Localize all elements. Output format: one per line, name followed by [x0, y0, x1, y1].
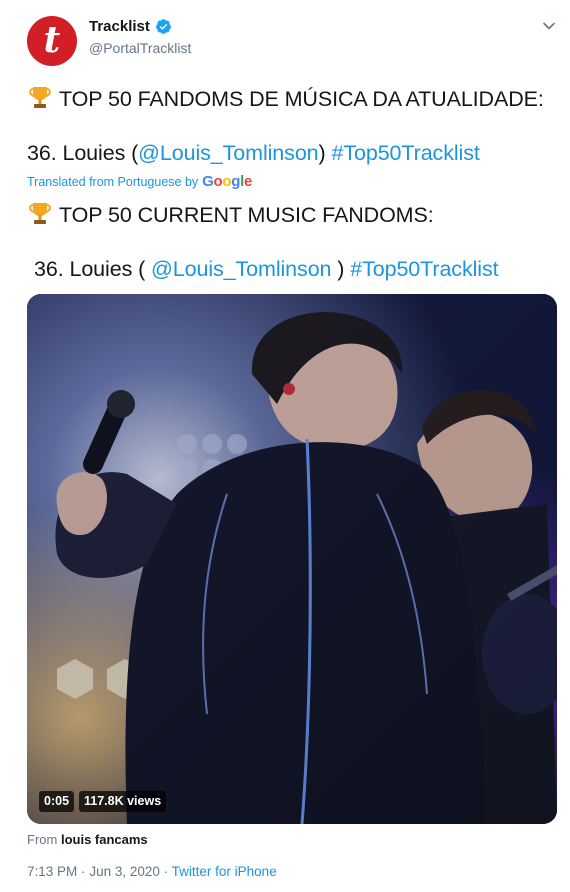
- media-attribution: From louis fancams: [27, 832, 148, 847]
- tweet-metadata: 7:13 PM · Jun 3, 2020 · Twitter for iPho…: [27, 864, 277, 879]
- chevron-down-icon[interactable]: [541, 18, 557, 34]
- mention-link[interactable]: @Louis_Tomlinson: [151, 257, 331, 281]
- avatar[interactable]: t: [27, 16, 77, 66]
- tweet-text-line: TOP 50 FANDOMS DE MÚSICA DA ATUALIDADE:: [27, 84, 544, 112]
- author-name-row: Tracklist: [89, 18, 172, 35]
- mention-link[interactable]: @Louis_Tomlinson: [138, 141, 318, 165]
- meta-separator: ·: [163, 864, 169, 879]
- verified-badge-icon: [155, 19, 171, 34]
- original-line-1: TOP 50 FANDOMS DE MÚSICA DA ATUALIDADE:: [59, 87, 544, 111]
- trophy-icon: [29, 87, 51, 108]
- hashtag-link[interactable]: #Top50Tracklist: [331, 141, 479, 165]
- original-line-2-paren: ): [318, 141, 326, 165]
- original-line-2-prefix: 36. Louies (: [27, 141, 139, 165]
- translation-label: Translated from Portuguese by: [27, 175, 199, 189]
- author-handle[interactable]: @PortalTracklist: [89, 40, 191, 56]
- display-name[interactable]: Tracklist: [89, 18, 150, 35]
- video-views-badge: 117.8K views: [79, 791, 167, 812]
- video-duration-badge: 0:05: [39, 791, 75, 812]
- video-frame: [27, 294, 557, 824]
- video-player[interactable]: 0:05 117.8K views: [27, 294, 557, 824]
- avatar-letter: t: [43, 18, 61, 61]
- hashtag-link[interactable]: #Top50Tracklist: [350, 257, 498, 281]
- translated-line-1: TOP 50 CURRENT MUSIC FANDOMS:: [59, 203, 434, 227]
- translation-notice[interactable]: Translated from Portuguese by Google: [27, 173, 252, 190]
- google-logo: Google: [202, 173, 253, 190]
- from-source-link[interactable]: louis fancams: [61, 832, 148, 847]
- translated-text-line: TOP 50 CURRENT MUSIC FANDOMS:: [27, 200, 434, 228]
- translated-line-2-paren: ): [337, 257, 345, 281]
- meta-separator: ·: [81, 864, 86, 879]
- from-label: From: [27, 832, 58, 847]
- tweet-source-link[interactable]: Twitter for iPhone: [172, 864, 277, 879]
- tweet-date[interactable]: Jun 3, 2020: [89, 864, 160, 879]
- tweet: t Tracklist @PortalTracklist TOP 50 FAND…: [0, 0, 570, 892]
- trophy-icon: [29, 203, 51, 224]
- translated-text-line: 36. Louies ( @Louis_Tomlinson ) #Top50Tr…: [34, 257, 499, 282]
- tweet-text-line: 36. Louies (@Louis_Tomlinson) #Top50Trac…: [27, 141, 480, 166]
- translated-line-2-prefix: 36. Louies (: [34, 257, 146, 281]
- tweet-time[interactable]: 7:13 PM: [27, 864, 77, 879]
